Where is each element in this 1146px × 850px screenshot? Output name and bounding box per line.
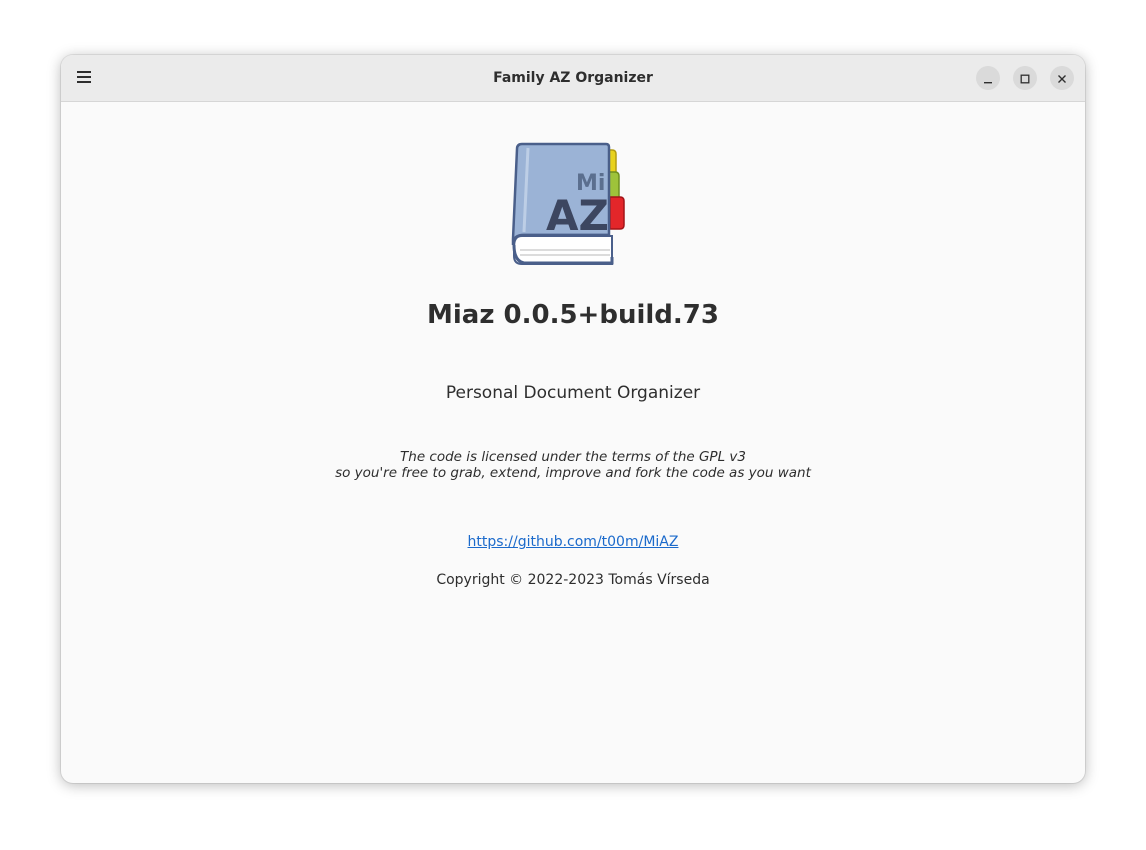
license-line-1: The code is licensed under the terms of … xyxy=(400,449,746,465)
license-text: The code is licensed under the terms of … xyxy=(61,449,1085,481)
copyright-text: Copyright © 2022-2023 Tomás Vírseda xyxy=(436,572,710,588)
website-link[interactable]: https://github.com/t00m/MiAZ xyxy=(468,534,679,550)
maximize-icon xyxy=(1020,69,1030,88)
license-line-2: so you're free to grab, extend, improve … xyxy=(335,465,811,481)
close-button[interactable] xyxy=(1050,66,1074,90)
website-link-container: https://github.com/t00m/MiAZ xyxy=(61,534,1085,550)
app-name-version: Miaz 0.0.5+build.73 xyxy=(427,300,719,330)
logo-text-az: AZ xyxy=(546,191,609,240)
about-content: Mi AZ Miaz 0.0.5+build.73 Personal Docum… xyxy=(61,102,1085,783)
app-description: Personal Document Organizer xyxy=(445,383,701,403)
close-icon xyxy=(1057,69,1067,88)
about-window: Family AZ Organizer Mi AZ Miaz 0.0.5+bui… xyxy=(61,55,1085,783)
minimize-button[interactable] xyxy=(976,66,1000,90)
window-title: Family AZ Organizer xyxy=(493,70,653,86)
header-bar: Family AZ Organizer xyxy=(61,55,1085,102)
maximize-button[interactable] xyxy=(1013,66,1037,90)
minimize-icon xyxy=(983,69,993,88)
app-logo: Mi AZ xyxy=(508,142,638,276)
